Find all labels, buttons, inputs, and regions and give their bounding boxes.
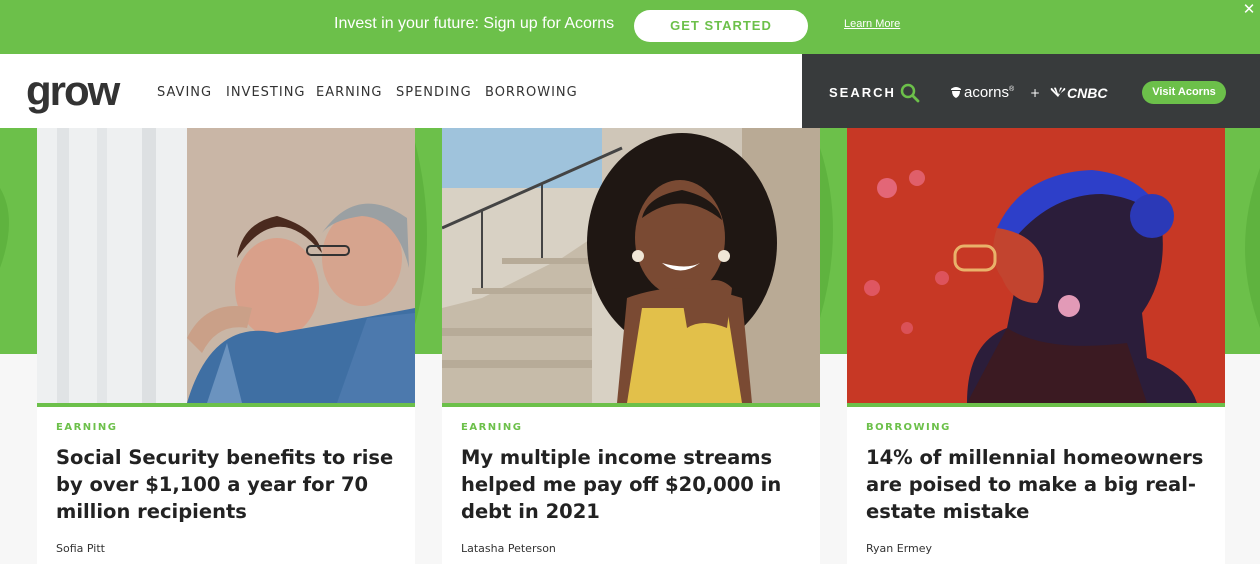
acorn-icon [951,87,961,98]
nav-item-spending[interactable]: SPENDING [396,85,472,100]
article-card[interactable]: BORROWING 14% of millennial homeowners a… [847,128,1225,564]
elderly-couple-photo [37,128,415,403]
card-category[interactable]: BORROWING [866,422,951,433]
acorns-logo-text: acorns [964,84,1010,101]
close-icon[interactable]: ✕ [1240,1,1258,19]
get-started-button[interactable]: GET STARTED [634,10,808,42]
learn-more-link[interactable]: Learn More [844,18,900,30]
nav-item-saving[interactable]: SAVING [157,85,212,100]
peacock-icon [1050,87,1066,97]
search-icon[interactable] [900,83,920,103]
nav-item-earning[interactable]: EARNING [316,85,383,100]
visit-acorns-button[interactable]: Visit Acorns [1142,81,1226,104]
card-headline[interactable]: Social Security benefits to rise by over… [56,444,401,525]
card-headline[interactable]: 14% of millennial homeowners are poised … [866,444,1211,525]
card-accent-rule [847,403,1225,407]
woman-in-red-light-photo [847,128,1225,403]
card-accent-rule [442,403,820,407]
cnbc-logo[interactable]: CNBC [1050,85,1107,101]
acorns-logo[interactable]: acorns® [950,84,1014,101]
card-headline[interactable]: My multiple income streams helped me pay… [461,444,806,525]
card-accent-rule [37,403,415,407]
article-card[interactable]: EARNING Social Security benefits to rise… [37,128,415,564]
card-category[interactable]: EARNING [56,422,117,433]
grow-logo[interactable]: grow [26,66,120,116]
plus-sign: + [1030,86,1041,100]
promo-banner: Invest in your future: Sign up for Acorn… [0,0,1260,54]
search-link[interactable]: SEARCH [829,85,896,100]
card-author[interactable]: Sofia Pitt [56,542,105,555]
smiling-woman-on-stairs-photo [442,128,820,403]
card-author[interactable]: Ryan Ermey [866,542,932,555]
card-author[interactable]: Latasha Peterson [461,542,556,555]
article-image[interactable] [442,128,820,403]
article-image[interactable] [37,128,415,403]
nav-item-borrowing[interactable]: BORROWING [485,85,578,100]
cnbc-logo-text: CNBC [1067,85,1108,101]
article-card[interactable]: EARNING My multiple income streams helpe… [442,128,820,564]
nav-item-investing[interactable]: INVESTING [226,85,306,100]
card-category[interactable]: EARNING [461,422,522,433]
promo-text: Invest in your future: Sign up for Acorn… [334,15,615,32]
article-image[interactable] [847,128,1225,403]
